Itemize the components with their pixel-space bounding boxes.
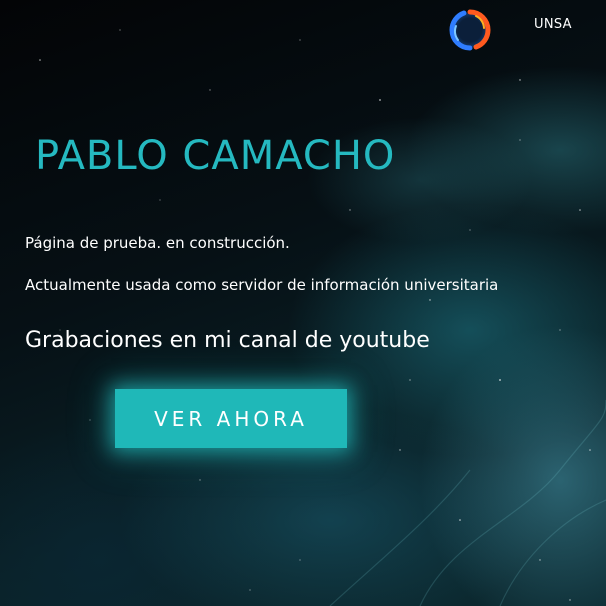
intro-text: Página de prueba. en construcción. xyxy=(25,234,290,252)
orb-logo-icon[interactable] xyxy=(446,6,494,54)
page-title: PABLO CAMACHO xyxy=(35,133,396,179)
description-text: Actualmente usada como servidor de infor… xyxy=(25,276,499,294)
youtube-promo-text: Grabaciones en mi canal de youtube xyxy=(25,328,430,353)
watch-now-button[interactable]: VER AHORA xyxy=(115,389,347,448)
nav-link-unsa[interactable]: UNSA xyxy=(534,17,572,32)
space-background xyxy=(39,29,606,606)
landing-page: UNSA PABLO CAMACHO Página de prueba. en … xyxy=(0,0,606,606)
